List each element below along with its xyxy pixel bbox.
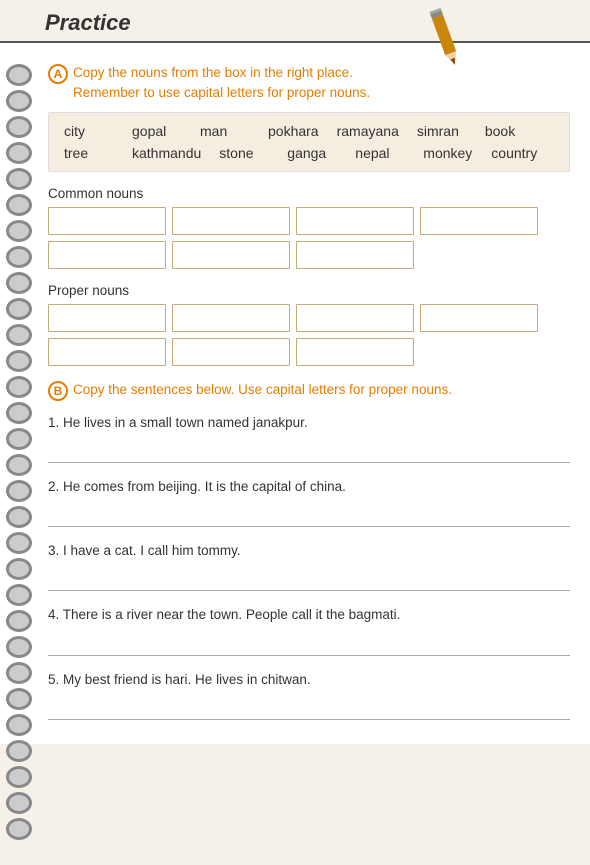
section-a-circle: A [48,64,68,84]
proper-noun-box-4[interactable] [420,304,538,332]
common-nouns-row2 [48,241,570,269]
word-monkey: monkey [423,145,473,161]
section-a-instruction: Copy the nouns from the box in the right… [73,63,370,104]
word-country: country [491,145,541,161]
proper-noun-box-3[interactable] [296,304,414,332]
proper-nouns-section: Proper nouns [48,283,570,366]
sentence-item-5: 5. My best friend is hari. He lives in c… [48,670,570,720]
sentence-item-3: 3. I have a cat. I call him tommy. [48,541,570,591]
write-line-2 [48,505,570,527]
write-line-3 [48,569,570,591]
common-noun-box-5[interactable] [48,241,166,269]
word-stone: stone [219,145,269,161]
word-book: book [485,123,535,139]
word-row-2: tree kathmandu stone ganga nepal monkey … [64,145,554,161]
word-row-1: city gopal man pokhara ramayana simran b… [64,123,554,139]
proper-noun-box-6[interactable] [172,338,290,366]
word-ramayana: ramayana [337,123,399,139]
proper-noun-box-7[interactable] [296,338,414,366]
common-noun-box-2[interactable] [172,207,290,235]
word-kathmandu: kathmandu [132,145,201,161]
sentence-text-2: 2. He comes from beijing. It is the capi… [48,477,570,497]
sentence-text-3: 3. I have a cat. I call him tommy. [48,541,570,561]
word-tree: tree [64,145,114,161]
write-line-5 [48,698,570,720]
section-b-header: B Copy the sentences below. Use capital … [48,380,570,401]
sentence-text-4: 4. There is a river near the town. Peopl… [48,605,570,625]
word-gopal: gopal [132,123,182,139]
common-noun-box-4[interactable] [420,207,538,235]
word-pokhara: pokhara [268,123,319,139]
common-nouns-section: Common nouns [48,186,570,269]
sentence-item-2: 2. He comes from beijing. It is the capi… [48,477,570,527]
common-noun-box-7[interactable] [296,241,414,269]
write-line-1 [48,441,570,463]
pencil-icon [420,0,470,75]
proper-nouns-label: Proper nouns [48,283,570,298]
page-title: Practice [45,10,131,36]
section-b-instruction: Copy the sentences below. Use capital le… [73,380,452,400]
title-bar: Practice [0,0,590,43]
proper-nouns-row2 [48,338,570,366]
main-content: A Copy the nouns from the box in the rig… [0,43,590,744]
section-b-circle: B [48,381,68,401]
word-nepal: nepal [355,145,405,161]
word-simran: simran [417,123,467,139]
common-noun-box-6[interactable] [172,241,290,269]
word-ganga: ganga [287,145,337,161]
proper-noun-box-5[interactable] [48,338,166,366]
common-nouns-label: Common nouns [48,186,570,201]
proper-noun-box-2[interactable] [172,304,290,332]
sentence-item-1: 1. He lives in a small town named janakp… [48,413,570,463]
page-container: Practice A Copy the nouns from the box i… [0,0,590,865]
instruction-line2: Remember to use capital letters for prop… [73,85,370,100]
instruction-line1: Copy the nouns from the box in the right… [73,65,353,80]
common-noun-box-3[interactable] [296,207,414,235]
write-line-4 [48,634,570,656]
word-city: city [64,123,114,139]
proper-nouns-row1 [48,304,570,332]
common-noun-box-1[interactable] [48,207,166,235]
section-a-header: A Copy the nouns from the box in the rig… [48,63,570,104]
word-man: man [200,123,250,139]
word-box: city gopal man pokhara ramayana simran b… [48,112,570,172]
proper-noun-box-1[interactable] [48,304,166,332]
sentence-text-5: 5. My best friend is hari. He lives in c… [48,670,570,690]
sentence-item-4: 4. There is a river near the town. Peopl… [48,605,570,655]
sentence-text-1: 1. He lives in a small town named janakp… [48,413,570,433]
spiral-binding [0,60,38,860]
common-nouns-row1 [48,207,570,235]
